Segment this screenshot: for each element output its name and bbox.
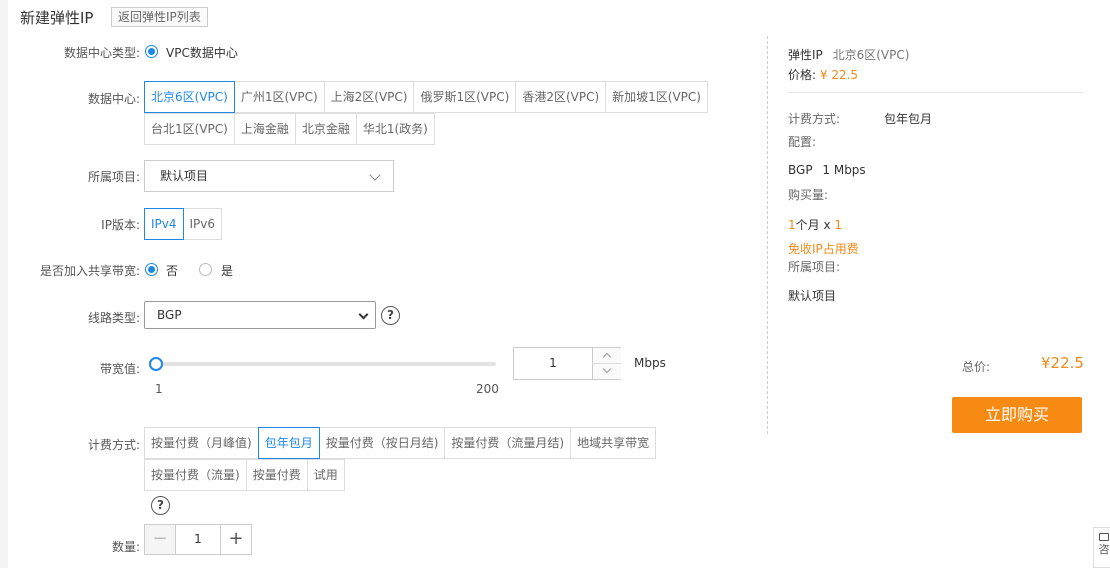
summary-billing-label: 计费方式:	[788, 112, 841, 126]
bandwidth-input[interactable]: 1	[513, 347, 621, 380]
summary-config-bandwidth: 1 Mbps	[822, 163, 866, 177]
quantity-increment-button[interactable]: +	[220, 525, 251, 554]
summary-qty-months: 1	[788, 218, 796, 232]
bandwidth-min-label: 1	[155, 382, 163, 396]
summary-region: 北京6区(VPC)	[832, 48, 910, 62]
chevron-down-icon	[358, 309, 369, 320]
summary-qty-count: 1	[834, 218, 843, 232]
dc-option-shanghai-finance[interactable]: 上海金融	[233, 113, 296, 145]
billing-label: 计费方式:	[87, 438, 140, 452]
line-type-value: BGP	[157, 308, 182, 322]
ip-version-options: IPv4 IPv6	[144, 208, 223, 240]
summary-price-row: 价格: ¥ 22.5	[788, 66, 858, 83]
billing-options-row2: 按量付费（流量) 按量付费 试用	[144, 459, 345, 491]
dc-option-guangzhou1[interactable]: 广州1区(VPC)	[233, 81, 325, 113]
billing-option-prepaid[interactable]: 包年包月	[257, 427, 320, 459]
shared-bw-yes-text: 是	[221, 264, 234, 278]
ip-version-label: IP版本:	[101, 218, 140, 232]
consult-label: 咨	[1098, 543, 1110, 556]
dc-option-russia1[interactable]: 俄罗斯1区(VPC)	[413, 81, 517, 113]
bandwidth-label: 带宽值:	[99, 362, 140, 376]
bandwidth-max-label: 200	[476, 382, 499, 396]
buy-now-button[interactable]: 立即购买	[952, 397, 1082, 433]
shared-bandwidth-label: 是否加入共享带宽:	[39, 264, 140, 278]
chat-icon	[1099, 533, 1109, 541]
ip-version-ipv6[interactable]: IPv6	[182, 208, 223, 240]
back-to-list-link[interactable]: 返回弹性IP列表	[111, 7, 208, 27]
billing-option-regional-shared[interactable]: 地域共享带宽	[570, 427, 657, 459]
summary-config-value: BGP 1 Mbps	[788, 163, 866, 177]
billing-option-trial[interactable]: 试用	[306, 459, 345, 491]
datacenter-options-row1: 北京6区(VPC) 广州1区(VPC) 上海2区(VPC) 俄罗斯1区(VPC)…	[144, 81, 708, 113]
line-type-select[interactable]: BGP	[144, 301, 376, 329]
bandwidth-slider-track[interactable]	[156, 362, 496, 366]
datacenter-options-row2: 台北1区(VPC) 上海金融 北京金融 华北1(政务)	[144, 113, 435, 145]
dc-option-singapore1[interactable]: 新加坡1区(VPC)	[605, 81, 708, 113]
summary-total-label: 总价:	[962, 360, 991, 374]
quantity-label: 数量:	[111, 540, 140, 554]
summary-project-value: 默认项目	[788, 289, 837, 303]
dc-option-beijing-finance[interactable]: 北京金融	[294, 113, 357, 145]
summary-config-line: BGP	[788, 163, 813, 177]
billing-option-traffic[interactable]: 按量付费（流量)	[144, 459, 247, 491]
help-icon[interactable]: ?	[151, 496, 170, 515]
billing-option-daily[interactable]: 按量付费（按日月结)	[318, 427, 446, 459]
summary-billing-value: 包年包月	[884, 112, 933, 126]
summary-project-label: 所属项目:	[788, 260, 841, 274]
page: 新建弹性IP 返回弹性IP列表 数据中心类型: VPC数据中心 数据中心: 北京…	[8, 0, 1110, 568]
shared-bw-radio-no[interactable]	[145, 263, 158, 276]
dc-option-hongkong2[interactable]: 香港2区(VPC)	[515, 81, 607, 113]
billing-option-traffic-monthly[interactable]: 按量付费（流量月结)	[444, 427, 572, 459]
bandwidth-slider-handle[interactable]	[149, 357, 163, 371]
quantity-decrement-button[interactable]: −	[145, 525, 176, 554]
quantity-stepper: − 1 +	[144, 524, 252, 555]
project-select-value: 默认项目	[160, 169, 209, 183]
summary-qty-value: 1个月 x 1	[788, 216, 842, 233]
chevron-up-icon	[602, 352, 612, 362]
consult-widget[interactable]: 咨	[1093, 527, 1110, 568]
summary-total-value: ¥22.5	[1041, 354, 1084, 372]
summary-divider	[788, 92, 1083, 93]
dc-type-label: 数据中心类型:	[63, 46, 140, 60]
summary-product: 弹性IP 北京6区(VPC)	[788, 46, 909, 63]
quantity-input[interactable]: 1	[176, 525, 220, 554]
summary-qty-unit: 个月 x	[795, 218, 831, 232]
billing-option-monthly-peak[interactable]: 按量付费（月峰值)	[144, 427, 259, 459]
chevron-down-icon	[369, 169, 381, 181]
summary-price: ¥ 22.5	[819, 68, 859, 82]
billing-options-row1: 按量付费（月峰值) 包年包月 按量付费（按日月结) 按量付费（流量月结) 地域共…	[144, 427, 657, 459]
help-icon[interactable]: ?	[381, 306, 400, 325]
summary-free-note: 免收IP占用费	[788, 242, 859, 256]
summary-qty-label: 购买量:	[788, 188, 829, 202]
dc-type-radio-vpc[interactable]	[145, 45, 158, 58]
bandwidth-increment-button[interactable]	[592, 348, 621, 364]
project-label: 所属项目:	[87, 170, 140, 184]
dc-option-beijing6[interactable]: 北京6区(VPC)	[144, 81, 235, 113]
dc-option-taipei1[interactable]: 台北1区(VPC)	[144, 113, 235, 145]
bandwidth-unit: Mbps	[634, 356, 666, 370]
chevron-down-icon	[602, 364, 612, 374]
summary-price-label: 价格:	[788, 68, 817, 82]
shared-bw-radio-yes[interactable]	[199, 263, 212, 276]
dc-option-huabei1-gov[interactable]: 华北1(政务)	[355, 113, 435, 145]
dc-type-option-text: VPC数据中心	[166, 46, 238, 60]
line-type-label: 线路类型:	[87, 311, 140, 325]
summary-product-name: 弹性IP	[788, 48, 823, 62]
summary-config-label: 配置:	[788, 135, 817, 149]
dc-option-shanghai2[interactable]: 上海2区(VPC)	[323, 81, 415, 113]
order-summary-panel: 弹性IP 北京6区(VPC) 价格: ¥ 22.5 计费方式: 包年包月 配置:…	[767, 36, 1087, 434]
project-select[interactable]: 默认项目	[144, 160, 394, 192]
page-title: 新建弹性IP	[20, 9, 94, 27]
bandwidth-decrement-button[interactable]	[592, 364, 621, 379]
billing-option-pay-as-you-go[interactable]: 按量付费	[245, 459, 308, 491]
bandwidth-input-value[interactable]: 1	[514, 348, 592, 379]
shared-bw-no-text: 否	[166, 264, 179, 278]
datacenter-label: 数据中心:	[87, 92, 140, 106]
ip-version-ipv4[interactable]: IPv4	[144, 208, 184, 240]
